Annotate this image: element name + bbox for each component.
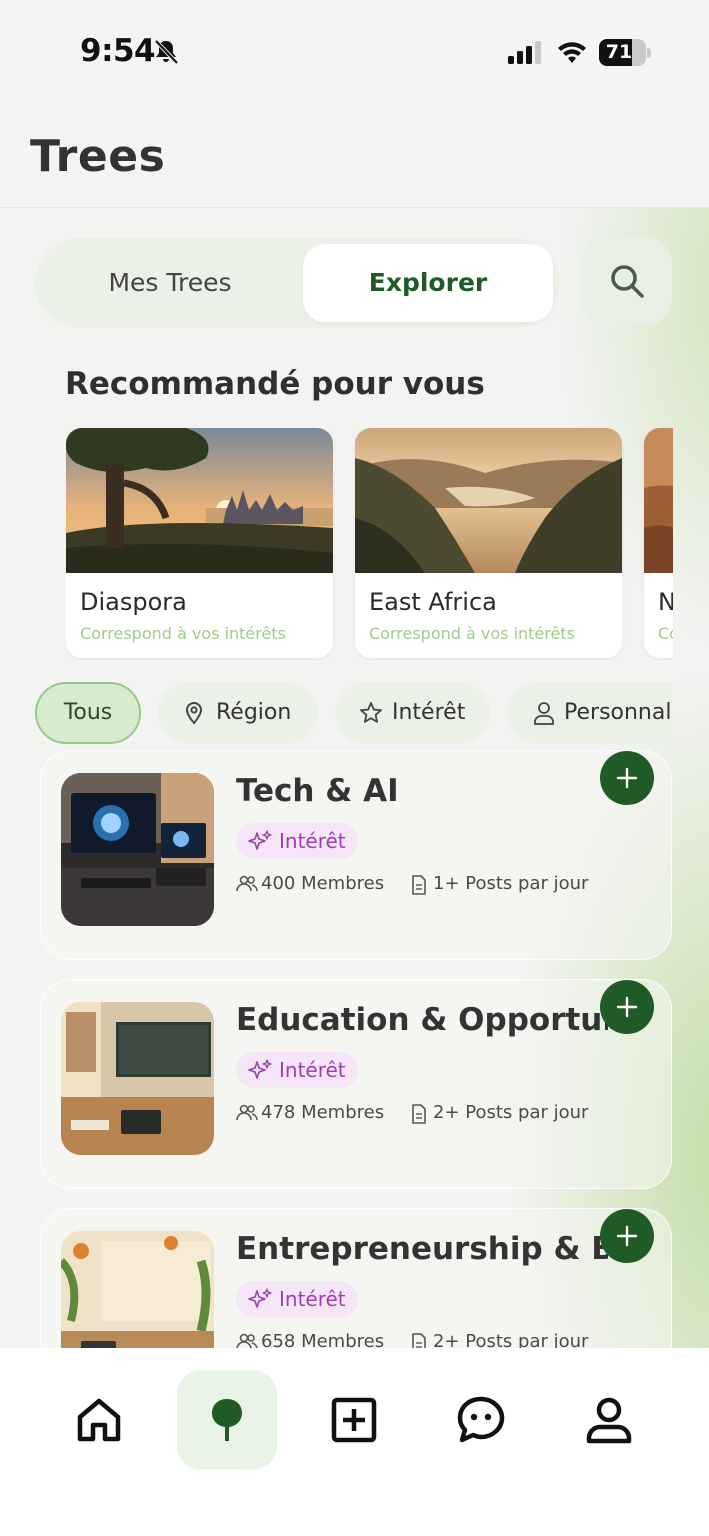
sparkle-icon	[248, 1288, 272, 1308]
document-icon	[412, 875, 426, 895]
filter-chip-region[interactable]: Région	[158, 682, 318, 744]
posts-frequency: 2+ Posts par jour	[411, 1331, 601, 1348]
members-label: 658 Membres	[261, 1331, 385, 1348]
add-square-icon	[331, 1397, 377, 1443]
reco-name: N	[658, 588, 673, 616]
battery-level: 71	[605, 41, 633, 63]
members-icon	[236, 1333, 258, 1348]
bell-muted-icon	[154, 39, 179, 65]
tree-name: Entrepreneurship & Bus	[236, 1231, 608, 1267]
tree-card[interactable]: Entrepreneurship & Bus Intérêt 658 Membr…	[40, 1208, 672, 1348]
nav-profile[interactable]	[559, 1370, 659, 1470]
join-button[interactable]	[600, 980, 654, 1034]
reco-card-partial[interactable]: N Co	[644, 428, 673, 658]
cellular-signal-icon	[508, 41, 541, 64]
search-icon	[611, 265, 644, 298]
reco-image-east-africa	[355, 428, 622, 573]
members-icon	[236, 875, 258, 892]
sparkle-icon	[248, 830, 272, 850]
plus-icon	[616, 1225, 638, 1247]
section-title-recommended: Recommandé pour vous	[65, 366, 485, 402]
tree-card[interactable]: Education & Opportunit Intérêt 478 Membr…	[40, 979, 672, 1189]
posts-frequency: 2+ Posts par jour	[411, 1102, 601, 1126]
plus-icon	[616, 996, 638, 1018]
tree-thumbnail-tech	[61, 773, 214, 926]
posts-frequency: 1+ Posts par jour	[411, 873, 601, 897]
reco-name: Diaspora	[80, 588, 187, 616]
members-icon	[236, 1104, 258, 1121]
person-icon	[534, 702, 554, 725]
badge-label: Intérêt	[279, 829, 346, 853]
app-header: Trees	[0, 105, 709, 208]
join-button[interactable]	[600, 751, 654, 805]
battery-indicator: 71	[599, 39, 651, 66]
members-count: 658 Membres	[236, 1331, 396, 1348]
interest-badge: Intérêt	[236, 823, 358, 859]
badge-label: Intérêt	[279, 1058, 346, 1082]
search-button[interactable]	[582, 236, 672, 326]
tree-thumbnail-entrepreneurship	[61, 1231, 214, 1348]
tab-explorer[interactable]: Explorer	[303, 244, 553, 322]
tree-card[interactable]: Tech & AI Intérêt 400 Membres 1+ Posts p…	[40, 750, 672, 960]
interest-badge: Intérêt	[236, 1281, 358, 1317]
nav-home[interactable]	[49, 1370, 149, 1470]
location-pin-icon	[185, 701, 203, 725]
filter-chip-interet[interactable]: Intérêt	[335, 682, 490, 744]
members-label: 400 Membres	[261, 873, 385, 894]
filter-chip-tous[interactable]: Tous	[35, 682, 141, 744]
home-icon	[77, 1398, 121, 1442]
nav-trees[interactable]	[177, 1370, 277, 1470]
reco-subtitle: Correspond à vos intérêts	[369, 624, 575, 643]
reco-name: East Africa	[369, 588, 497, 616]
members-label: 478 Membres	[261, 1102, 385, 1123]
tree-name: Tech & AI	[236, 773, 399, 809]
segmented-control: Mes Trees Explorer	[35, 238, 560, 328]
document-icon	[412, 1333, 426, 1348]
content-area: Mes Trees Explorer Recommandé pour vous	[0, 208, 709, 1348]
reco-image-diaspora	[66, 428, 333, 573]
recommendations-carousel[interactable]: Diaspora Correspond à vos intérêts East …	[66, 428, 673, 660]
status-bar: 9:54 71	[0, 0, 709, 105]
reco-subtitle: Correspond à vos intérêts	[80, 624, 286, 643]
badge-label: Intérêt	[279, 1287, 346, 1311]
reco-card-east-africa[interactable]: East Africa Correspond à vos intérêts	[355, 428, 622, 658]
filter-label: Personnal	[564, 700, 672, 725]
tab-mes-trees[interactable]: Mes Trees	[45, 244, 295, 322]
plus-icon	[616, 767, 638, 789]
posts-label: 1+ Posts par jour	[433, 873, 589, 894]
members-count: 400 Membres	[236, 873, 396, 897]
document-icon	[412, 1104, 426, 1124]
filter-label: Intérêt	[392, 700, 466, 725]
interest-badge: Intérêt	[236, 1052, 358, 1088]
star-icon	[360, 702, 382, 723]
reco-image-desert	[644, 428, 673, 573]
sparkle-icon	[248, 1059, 272, 1079]
members-count: 478 Membres	[236, 1102, 396, 1126]
wifi-icon	[558, 42, 586, 63]
filter-label: Région	[216, 700, 292, 725]
status-time: 9:54	[80, 33, 156, 69]
reco-subtitle: Co	[658, 624, 673, 643]
profile-icon	[586, 1397, 632, 1444]
nav-create[interactable]	[304, 1370, 404, 1470]
filter-chips: Tous Région Intérêt Personnal	[35, 680, 673, 746]
tree-thumbnail-education	[61, 1002, 214, 1155]
tree-name: Education & Opportunit	[236, 1002, 608, 1038]
reco-card-diaspora[interactable]: Diaspora Correspond à vos intérêts	[66, 428, 333, 658]
chat-icon	[457, 1396, 505, 1443]
bottom-navigation	[0, 1348, 709, 1536]
page-title: Trees	[30, 131, 166, 182]
join-button[interactable]	[600, 1209, 654, 1263]
filter-chip-personnalite[interactable]: Personnal	[507, 682, 673, 744]
posts-label: 2+ Posts par jour	[433, 1102, 589, 1123]
nav-messages[interactable]	[431, 1370, 531, 1470]
posts-label: 2+ Posts par jour	[433, 1331, 589, 1348]
tree-icon	[212, 1399, 242, 1441]
